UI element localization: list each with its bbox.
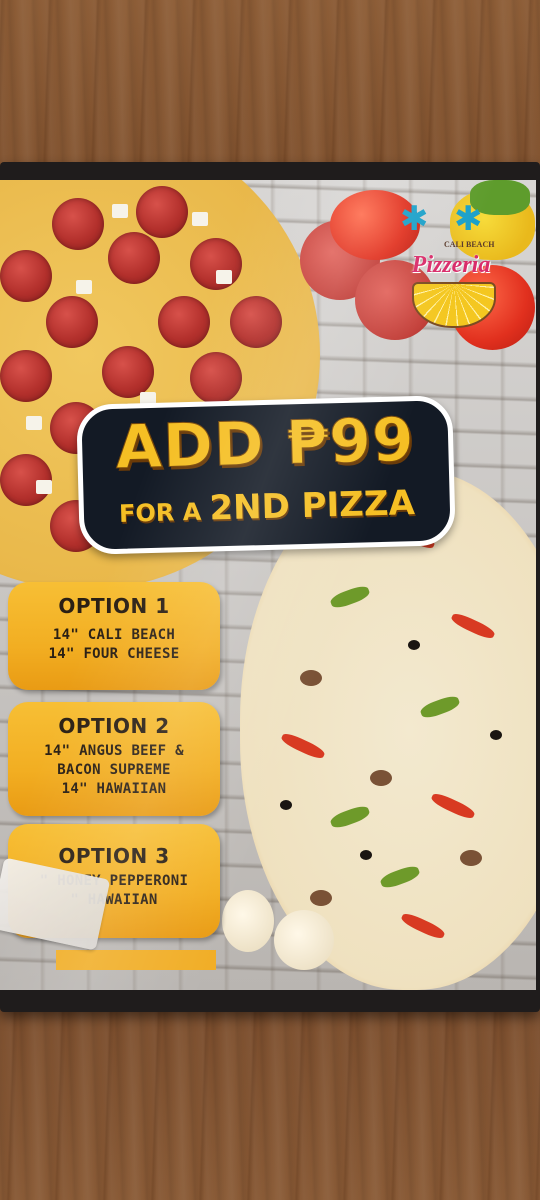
logo-name: Pizzeria bbox=[411, 252, 491, 278]
option-line: BACON SUPREME bbox=[57, 762, 171, 778]
option-title: OPTION 1 bbox=[58, 594, 170, 618]
option-line: 14" CALI BEACH bbox=[52, 627, 176, 643]
garlic-clove-image bbox=[222, 890, 274, 952]
option-line: 14" ANGUS BEEF & bbox=[44, 743, 184, 759]
palm-tree-icon: ✱ bbox=[454, 199, 483, 239]
lemon-slice-icon bbox=[412, 282, 496, 328]
garlic-clove-image bbox=[274, 910, 334, 970]
promo-headline: ADD ₱99 bbox=[114, 405, 416, 484]
promo-headline-badge: ADD ₱99 FOR A 2ND PIZZA bbox=[76, 395, 456, 555]
promo-subheadline-prefix: FOR A bbox=[118, 497, 210, 528]
option-line: 14" HAWAIIAN bbox=[61, 781, 167, 797]
pizzeria-logo: ✱ ✱ CALI BEACH Pizzeria bbox=[392, 202, 510, 332]
palm-tree-icon: ✱ bbox=[400, 199, 429, 239]
bottom-color-strip bbox=[56, 950, 216, 970]
promo-subheadline-main: 2ND PIZZA bbox=[208, 483, 416, 529]
option-card-1: OPTION 1 14" CALI BEACH 14" FOUR CHEESE bbox=[8, 582, 220, 690]
option-line: 14" FOUR CHEESE bbox=[48, 646, 180, 662]
promo-subheadline: FOR A 2ND PIZZA bbox=[83, 482, 450, 532]
option-card-2: OPTION 2 14" ANGUS BEEF & BACON SUPREME … bbox=[8, 702, 220, 816]
menu-flyer: ✱ ✱ CALI BEACH Pizzeria ADD ₱99 FOR A 2N… bbox=[0, 180, 536, 990]
logo-caption: CALI BEACH bbox=[444, 240, 495, 249]
option-title: OPTION 2 bbox=[58, 714, 170, 738]
